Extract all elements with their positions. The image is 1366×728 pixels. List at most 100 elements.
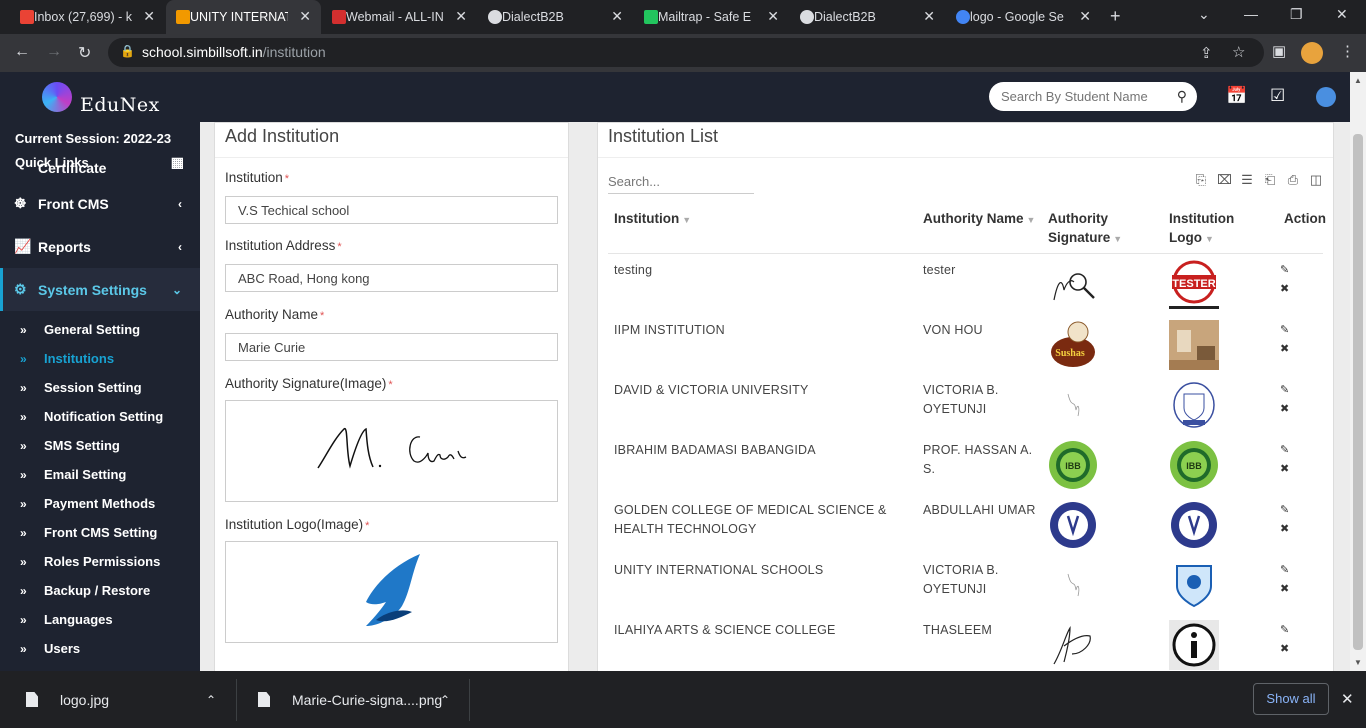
task-check-icon[interactable]: ☑ [1270,86,1285,106]
browser-tab[interactable]: DialectB2B ✕ [478,0,633,34]
edunex-logo-icon[interactable] [42,82,72,112]
browser-tab[interactable]: Webmail - ALL-IN ✕ [322,0,477,34]
edit-icon[interactable]: ✎ [1280,263,1289,276]
delete-icon[interactable]: ✖ [1280,342,1289,355]
institution-input[interactable]: V.S Techical school [225,196,558,224]
student-search[interactable]: ⚲ [989,82,1197,111]
chevron-up-icon[interactable]: ⌃ [206,693,216,707]
close-tab-icon[interactable]: ✕ [923,8,935,25]
pdf-icon[interactable]: ⎗ [1263,172,1277,188]
delete-icon[interactable]: ✖ [1280,462,1289,475]
signature-upload[interactable] [225,400,558,502]
close-icon[interactable]: ✕ [1341,690,1354,708]
edit-icon[interactable]: ✎ [1280,503,1289,516]
profile-avatar[interactable] [1301,42,1323,64]
delete-icon[interactable]: ✖ [1280,522,1289,535]
institution-cell: testing [614,261,652,280]
print-icon[interactable]: ⎙ [1286,172,1300,188]
close-tab-icon[interactable]: ✕ [455,8,467,25]
delete-icon[interactable]: ✖ [1280,642,1289,655]
col-authority[interactable]: Authority Name ▼ [923,209,1035,230]
reload-icon[interactable]: ↻ [78,43,91,63]
share-icon[interactable]: ⇪ [1200,44,1213,62]
sidebar-item-certificate[interactable]: Certificate [0,162,200,182]
browser-menu-icon[interactable]: ⋮ [1340,42,1355,60]
restore-icon[interactable]: ❐ [1290,6,1303,23]
institution-cell: DAVID & VICTORIA UNIVERSITY [614,381,809,400]
delete-icon[interactable]: ✖ [1280,282,1289,295]
scroll-up-icon[interactable]: ▲ [1354,76,1362,85]
sidebar-subitem[interactable]: » Roles Permissions [0,547,200,576]
bookmark-star-icon[interactable]: ☆ [1232,43,1245,61]
sidebar-subitem[interactable]: » Email Setting [0,460,200,489]
sidebar-subitem[interactable]: » Notification Setting [0,402,200,431]
sidebar-subitem[interactable]: » Languages [0,605,200,634]
close-tab-icon[interactable]: ✕ [611,8,623,25]
delete-icon[interactable]: ✖ [1280,402,1289,415]
sidebar-subitem[interactable]: » Users [0,634,200,663]
browser-tab[interactable]: logo - Google Se ✕ [946,0,1101,34]
browser-tab[interactable]: DialectB2B ✕ [790,0,945,34]
tab-search-icon[interactable]: ⌄ [1198,6,1210,23]
authority-name: S. [923,462,936,476]
sidebar-subitem-label: Backup / Restore [44,583,151,598]
excel-icon[interactable]: ⌧ [1217,172,1232,188]
brand-name[interactable]: EduNex [80,94,160,116]
scroll-down-icon[interactable]: ▼ [1354,658,1362,667]
logo-upload[interactable] [225,541,558,643]
show-all-button[interactable]: Show all [1253,683,1329,715]
download-item[interactable]: logo.jpg ⌃ [26,671,226,728]
edit-icon[interactable]: ✎ [1280,323,1289,336]
close-tab-icon[interactable]: ✕ [143,8,155,25]
edit-icon[interactable]: ✎ [1280,383,1289,396]
sidebar-subitem[interactable]: » Payment Methods [0,489,200,518]
double-chevron-right-icon: » [20,612,27,627]
sidebar-subitem[interactable]: » Session Setting [0,373,200,402]
list-search-input[interactable]: Search... [608,174,754,194]
col-signature[interactable]: Authority Signature ▼ [1048,209,1122,249]
forward-icon[interactable]: → [46,43,62,61]
calendar-icon[interactable]: 📅 [1226,86,1247,106]
back-icon[interactable]: ← [14,43,30,61]
sidebar-subitem[interactable]: » SMS Setting [0,431,200,460]
minimize-icon[interactable]: — [1244,6,1258,22]
edit-icon[interactable]: ✎ [1280,623,1289,636]
close-tab-icon[interactable]: ✕ [299,8,311,25]
browser-tab[interactable]: UNITY INTERNATI ✕ [166,0,321,34]
close-window-icon[interactable]: ✕ [1336,6,1348,23]
authority-input[interactable]: Marie Curie [225,333,558,361]
sidebar-item-front-cms[interactable]: ☸ Front CMS ‹ [0,182,200,225]
csv-icon[interactable]: ☰ [1240,172,1254,188]
close-tab-icon[interactable]: ✕ [1079,8,1091,25]
search-icon[interactable]: ⚲ [1177,88,1187,105]
col-institution[interactable]: Institution ▼ [614,209,691,230]
sidebar-item-reports[interactable]: 📈 Reports ‹ [0,225,200,268]
address-input[interactable]: ABC Road, Hong kong [225,264,558,292]
delete-icon[interactable]: ✖ [1280,582,1289,595]
chart-icon: 📈 [14,238,32,254]
columns-icon[interactable]: ◫ [1309,172,1323,188]
close-tab-icon[interactable]: ✕ [767,8,779,25]
tab-title: DialectB2B [814,10,876,24]
page-scrollbar[interactable]: ▲ ▼ [1350,72,1366,671]
edit-icon[interactable]: ✎ [1280,563,1289,576]
side-panel-icon[interactable]: ▣ [1272,42,1286,60]
sidebar-item-system-settings[interactable]: ⚙ System Settings ⌄ [0,268,200,311]
sidebar-subitem[interactable]: » Institutions [0,344,200,373]
sidebar-subitem[interactable]: » General Setting [0,315,200,344]
sidebar-subitem[interactable]: » Front CMS Setting [0,518,200,547]
user-avatar[interactable] [1316,87,1336,107]
copy-icon[interactable]: ⎘ [1194,172,1208,188]
browser-tab[interactable]: Inbox (27,699) - k ✕ [10,0,165,34]
sidebar-subitem[interactable]: » Backup / Restore [0,576,200,605]
chevron-up-icon[interactable]: ⌃ [440,693,450,707]
browser-tab[interactable]: Mailtrap - Safe E ✕ [634,0,789,34]
col-logo[interactable]: Institution Logo ▼ [1169,209,1234,249]
url-bar[interactable]: 🔒 school.simbillsoft.in/institution ⇪ ☆ [108,38,1264,67]
download-item[interactable]: Marie-Curie-signa....png ⌃ [258,671,458,728]
edit-icon[interactable]: ✎ [1280,443,1289,456]
tab-title: Inbox (27,699) - k [34,10,132,24]
student-search-input[interactable] [989,82,1159,111]
scrollbar-thumb[interactable] [1353,134,1363,650]
new-tab-icon[interactable]: + [1110,6,1121,27]
